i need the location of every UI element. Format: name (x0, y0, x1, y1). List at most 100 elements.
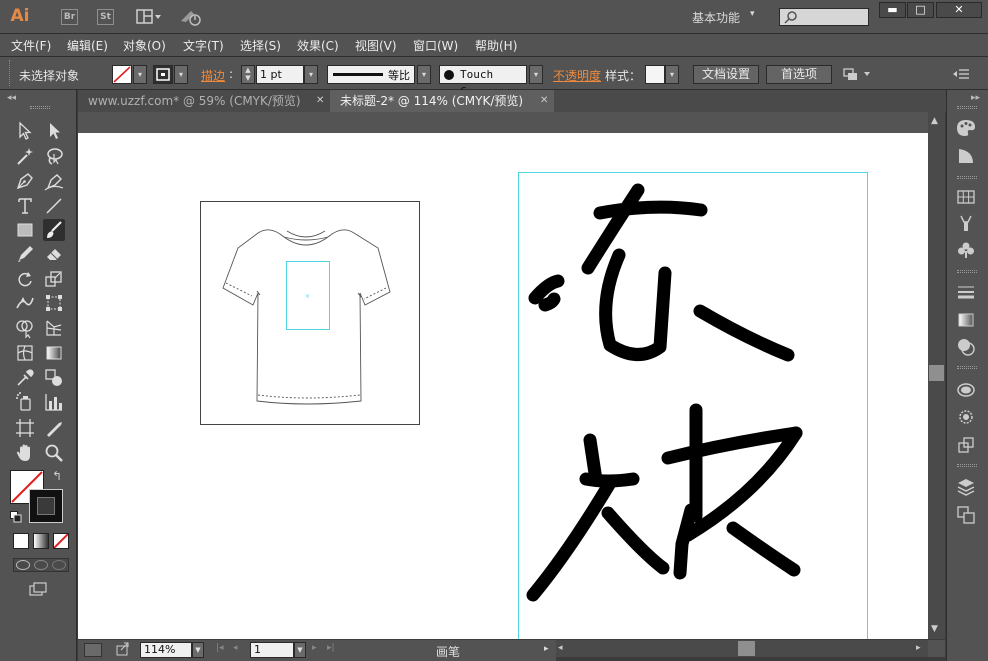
artboard-number-field[interactable]: 1 (250, 642, 294, 658)
scroll-up-icon[interactable]: ▲ (931, 116, 938, 126)
scroll-left-icon[interactable]: ◂ (558, 643, 563, 653)
share-icon[interactable] (116, 642, 130, 656)
fill-dropdown[interactable]: ▾ (133, 65, 147, 84)
graphic-styles-panel-button[interactable] (955, 406, 977, 428)
brushes-panel-button[interactable] (955, 212, 977, 234)
stroke-label-link[interactable]: 描边 (201, 67, 225, 84)
width-tool[interactable] (14, 292, 36, 314)
type-tool[interactable] (14, 195, 36, 217)
collapse-panel-icon[interactable]: ◂◂ (7, 93, 16, 103)
free-transform-tool[interactable] (43, 292, 65, 314)
swap-fill-stroke-icon[interactable]: ↰ (52, 469, 62, 483)
stroke-weight-field[interactable]: 1 pt (256, 65, 304, 84)
brush-character-dong[interactable] (528, 183, 795, 362)
stroke-color-swatch[interactable] (29, 489, 63, 523)
arrange-menu-button[interactable] (842, 66, 876, 83)
rotate-tool[interactable] (14, 268, 36, 290)
scale-tool[interactable] (43, 268, 65, 290)
zoom-tool[interactable] (43, 442, 65, 464)
magic-wand-tool[interactable] (14, 145, 36, 167)
color-mode-button[interactable] (13, 533, 29, 549)
blend-tool[interactable] (43, 367, 65, 389)
stroke-profile-dropdown[interactable]: ▾ (417, 65, 431, 84)
stroke-weight-stepper[interactable]: ▲ ▼ (241, 65, 255, 84)
current-tool-status[interactable]: 画笔 (436, 643, 460, 660)
symbols-panel-button[interactable] (955, 239, 977, 261)
appearance-panel-button[interactable] (955, 379, 977, 401)
hand-tool[interactable] (14, 442, 36, 464)
brush-character-po[interactable] (526, 403, 803, 602)
graphic-style-dropdown[interactable]: ▾ (665, 65, 679, 84)
artboard-dropdown[interactable]: ▼ (294, 642, 306, 658)
color-guide-panel-button[interactable] (955, 145, 977, 167)
pencil-tool[interactable] (14, 243, 36, 265)
opacity-label-link[interactable]: 不透明度 (553, 67, 601, 84)
direct-selection-tool[interactable] (43, 120, 65, 142)
panel-grip[interactable] (957, 464, 977, 467)
rectangle-tool[interactable] (14, 219, 36, 241)
mesh-tool[interactable] (14, 342, 36, 364)
previous-artboard-icon[interactable]: ◂ (233, 643, 238, 653)
horizontal-scroll-thumb[interactable] (738, 641, 755, 656)
stroke-profile-select[interactable]: 等比 (327, 65, 415, 84)
close-window-button[interactable]: ✕ (936, 2, 982, 18)
swatches-panel-button[interactable] (955, 186, 977, 208)
tab-document-2[interactable]: 未标题-2* @ 114% (CMYK/预览) ✕ (330, 90, 554, 112)
panel-menu-button[interactable] (952, 67, 970, 81)
perspective-grid-tool[interactable] (43, 317, 65, 339)
eyedropper-tool[interactable] (14, 367, 36, 389)
scroll-right-icon[interactable]: ▸ (916, 643, 921, 653)
scroll-down-icon[interactable]: ▼ (931, 624, 938, 634)
line-segment-tool[interactable] (43, 195, 65, 217)
vertical-scrollbar[interactable]: ▲ ▼ (928, 112, 945, 639)
fill-swatch[interactable] (112, 65, 132, 84)
menu-help[interactable]: 帮助(H) (475, 37, 517, 54)
brush-dropdown[interactable]: ▾ (529, 65, 543, 84)
gradient-mode-button[interactable] (33, 533, 49, 549)
selection-tool[interactable] (14, 120, 36, 142)
workspace-caret-icon[interactable]: ▾ (750, 9, 755, 19)
tshirt-frame[interactable] (200, 201, 420, 425)
stroke-dropdown[interactable]: ▾ (174, 65, 188, 84)
search-input[interactable] (779, 8, 869, 26)
status-menu-icon[interactable]: ▸ (544, 644, 549, 654)
menu-edit[interactable]: 编辑(E) (67, 37, 108, 54)
transparency-panel-button[interactable] (955, 336, 977, 358)
lasso-tool[interactable] (43, 145, 65, 167)
gpu-status-icon[interactable] (84, 643, 102, 657)
column-graph-tool[interactable] (43, 391, 65, 413)
color-panel-button[interactable] (955, 117, 977, 139)
maximize-button[interactable]: □ (907, 2, 934, 18)
none-mode-button[interactable] (53, 533, 69, 549)
stroke-panel-button[interactable] (955, 281, 977, 303)
eraser-tool[interactable] (43, 243, 65, 265)
gpu-performance-button[interactable] (178, 7, 204, 27)
arrange-documents-button[interactable] (136, 9, 164, 25)
draw-inside-icon[interactable] (52, 560, 66, 570)
gradient-panel-button[interactable] (955, 309, 977, 331)
panel-grip[interactable] (9, 60, 11, 86)
menu-view[interactable]: 视图(V) (355, 37, 397, 54)
menu-effect[interactable]: 效果(C) (297, 37, 339, 54)
paintbrush-tool[interactable] (43, 219, 65, 241)
panel-grip[interactable] (957, 366, 977, 369)
last-artboard-icon[interactable]: ▸| (327, 643, 335, 653)
horizontal-scrollbar[interactable]: ◂ ▸ (556, 640, 928, 657)
panel-grip[interactable] (957, 106, 977, 109)
document-setup-button[interactable]: 文档设置 (693, 65, 759, 84)
pen-tool[interactable] (14, 170, 36, 192)
minimize-button[interactable]: ▬ (879, 2, 906, 18)
screen-mode-button[interactable] (28, 581, 50, 597)
slice-tool[interactable] (43, 417, 65, 439)
stock-launcher-button[interactable]: St (97, 9, 114, 25)
default-colors-icon[interactable] (10, 511, 22, 523)
artboard-tool[interactable] (14, 417, 36, 439)
preferences-button[interactable]: 首选项 (766, 65, 832, 84)
stroke-swatch[interactable] (153, 65, 173, 84)
menu-type[interactable]: 文字(T) (183, 37, 224, 54)
layers-panel-button[interactable] (955, 476, 977, 498)
menu-object[interactable]: 对象(O) (123, 37, 166, 54)
zoom-level-field[interactable]: 114% (140, 642, 192, 658)
tshirt-illustration[interactable] (222, 229, 391, 405)
tab-close-icon[interactable]: ✕ (540, 90, 548, 112)
